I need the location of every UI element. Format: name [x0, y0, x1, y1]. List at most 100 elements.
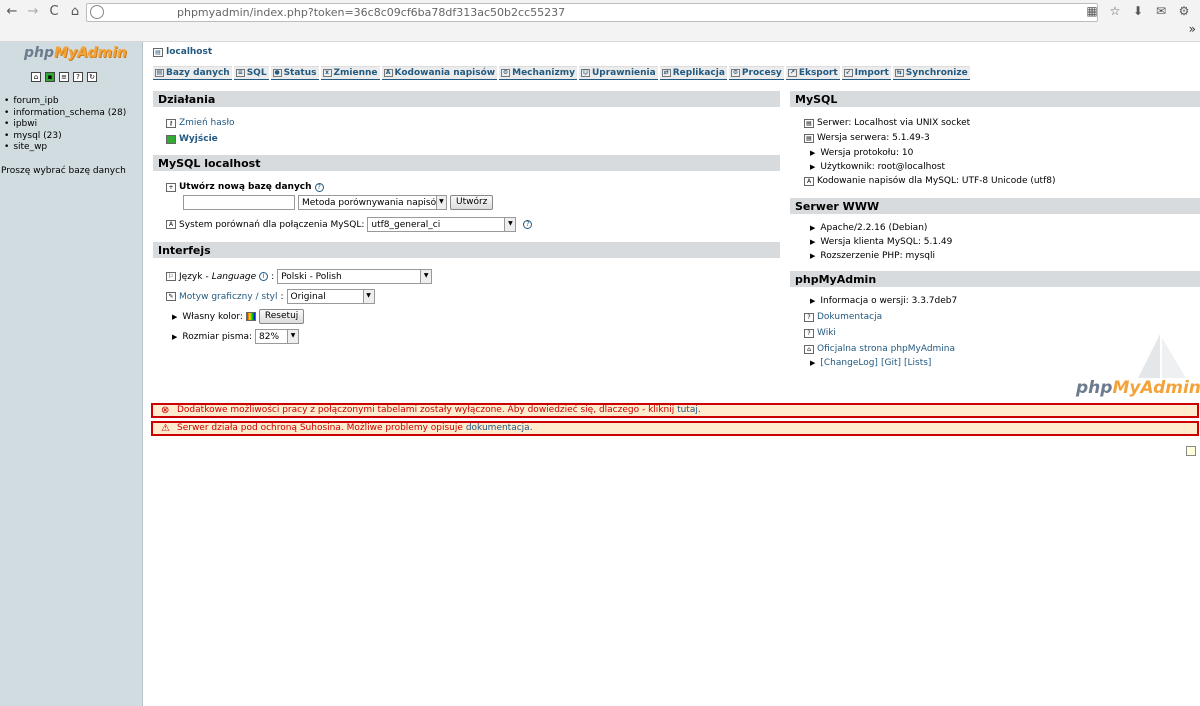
mail-icon[interactable]: ✉ [1153, 4, 1169, 18]
connection-collation-select[interactable]: utf8_general_ci ▼ [367, 217, 517, 232]
home-icon: ⌂ [804, 344, 814, 354]
new-db-name-input[interactable] [183, 195, 295, 210]
exit-icon [166, 134, 176, 144]
sql-icon[interactable]: ≡ [59, 72, 69, 82]
privileges-icon: ☺ [580, 69, 590, 77]
home-icon[interactable]: ⌂ [67, 3, 83, 21]
triangle-right-icon: ▶ [172, 312, 178, 321]
logout-row: Wyjście [166, 134, 218, 144]
server-breadcrumb[interactable]: ▤ localhost [153, 47, 212, 57]
reload-icon[interactable]: ↻ [87, 72, 97, 82]
lists-link[interactable]: [Lists] [904, 358, 931, 368]
chevron-more-icon[interactable]: » [1189, 22, 1196, 36]
error-message: ⊗ Dodatkowe możliwości pracy z połączonym… [151, 403, 1199, 418]
wiki-link[interactable]: Wiki [817, 328, 836, 338]
wrench-icon[interactable]: ⚙ [1176, 4, 1192, 18]
tab-variables[interactable]: x Zmienne [320, 66, 380, 80]
tab-replication[interactable]: ⇄ Replikacja [659, 66, 727, 80]
database-item[interactable]: site_wp [4, 142, 126, 154]
main-frame: ▤ localhost ▤ Bazy danych ≡ SQL ● Status xZ… [150, 42, 1200, 706]
engine-icon: ⚙ [501, 69, 511, 77]
sidebar-icons: ⌂ ▪ ≡ ? ↻ [31, 72, 97, 82]
tab-export[interactable]: ↗ Eksport [785, 66, 840, 80]
connection-collation-row: A System porównań dla połączenia MySQL: u… [166, 217, 533, 232]
exit-icon[interactable]: ▪ [45, 72, 55, 82]
choose-db-text: Proszę wybrać bazę danych [1, 166, 126, 176]
font-size-select[interactable]: 82% ▼ [255, 329, 300, 344]
new-window-icon[interactable] [1186, 446, 1196, 456]
tab-engines[interactable]: ⚙ Mechanizmy [499, 66, 577, 80]
charset-icon: A [804, 176, 814, 186]
tab-charsets[interactable]: A Kodowania napisów [381, 66, 498, 80]
extension-icons: ▦ ☆ ⬇ ✉ ⚙ [1084, 4, 1192, 18]
error-link[interactable]: tutaj [677, 405, 698, 415]
tab-sql[interactable]: ≡ SQL [233, 66, 269, 80]
triangle-right-icon: ▶ [810, 359, 816, 367]
charset-icon: A [383, 69, 393, 77]
import-icon: ↙ [843, 69, 853, 77]
theme-link[interactable]: Motyw graficzny / styl [179, 292, 277, 302]
color-picker-icon[interactable] [245, 312, 256, 321]
tab-status[interactable]: ● Status [270, 66, 319, 80]
create-db-form: Metoda porównywania napisów ▼ Utwórz [183, 195, 494, 210]
chevron-down-icon: ▼ [420, 270, 432, 283]
download-icon[interactable]: ⬇ [1130, 4, 1146, 18]
back-icon[interactable]: ← [4, 3, 20, 21]
key-icon: ⚷ [166, 118, 176, 128]
pma-logo[interactable]: phpMyAdmin [1076, 378, 1200, 398]
address-bar[interactable]: phpmyadmin/index.php?token=36c8c09cf6ba7… [86, 3, 1098, 22]
language-select[interactable]: Polski - Polish ▼ [277, 269, 433, 284]
page-icon [90, 5, 104, 19]
warning-icon: ⚠ [161, 423, 170, 434]
git-link[interactable]: [Git] [881, 358, 901, 368]
pma-links-item: ▶ [ChangeLog] [Git] [Lists] [810, 358, 931, 368]
tab-privileges[interactable]: ☺ Uprawnienia [578, 66, 658, 80]
sidebar: phpMyAdmin ⌂ ▪ ≡ ? ↻ forum_ipb informati… [0, 42, 143, 706]
pma-header: phpMyAdmin [790, 271, 1200, 287]
changelog-link[interactable]: [ChangeLog] [820, 358, 878, 368]
database-item[interactable]: ipbwi [4, 119, 126, 131]
star-icon[interactable]: ☆ [1107, 4, 1123, 18]
collation-select[interactable]: Metoda porównywania napisów ▼ [298, 195, 447, 210]
database-item[interactable]: mysql (23) [4, 131, 126, 143]
server-icon: ▤ [804, 118, 814, 128]
help-icon[interactable]: ? [523, 220, 533, 229]
database-item[interactable]: information_schema (28) [4, 108, 126, 120]
logout-link[interactable]: Wyjście [179, 134, 218, 144]
database-item[interactable]: forum_ipb [4, 96, 126, 108]
tab-synchronize[interactable]: ⇆ Synchronize [892, 66, 970, 80]
extension-icon[interactable]: ▦ [1084, 4, 1100, 18]
www-ext-item: ▶ Rozszerzenie PHP: mysqli [810, 251, 935, 261]
tab-processes[interactable]: ⚙ Procesy [728, 66, 784, 80]
chevron-down-icon: ▼ [504, 218, 516, 231]
chevron-down-icon: ▼ [287, 330, 299, 343]
official-site-link[interactable]: Oficjalna strona phpMyAdmina [817, 344, 955, 354]
triangle-right-icon: ▶ [810, 224, 816, 232]
theme-select[interactable]: Original ▼ [286, 289, 375, 304]
info-icon[interactable]: i [259, 272, 269, 281]
tab-databases[interactable]: ▤ Bazy danych [153, 66, 232, 80]
error-icon: ⊗ [161, 405, 170, 416]
reset-button[interactable]: Resetuj [258, 309, 305, 324]
triangle-right-icon: ▶ [810, 238, 816, 246]
url-text: phpmyadmin/index.php?token=36c8c09cf6ba7… [177, 6, 566, 19]
home-icon[interactable]: ⌂ [31, 72, 41, 82]
docs-link[interactable]: Dokumentacja [817, 312, 882, 322]
create-button[interactable]: Utwórz [450, 195, 494, 210]
docs-icon[interactable]: ? [73, 72, 83, 82]
create-db-row: + Utwórz nową bazę danych ? [166, 182, 324, 192]
change-password-link[interactable]: Zmień hasło [179, 118, 235, 128]
font-size-row: ▶ Rozmiar pisma: 82% ▼ [172, 329, 300, 344]
charset-icon: A [166, 220, 176, 229]
triangle-right-icon: ▶ [810, 149, 816, 157]
reload-icon[interactable]: C [46, 3, 62, 21]
help-icon[interactable]: ? [314, 182, 324, 192]
new-db-icon: + [166, 182, 176, 192]
tab-import[interactable]: ↙ Import [841, 66, 891, 80]
warning-link[interactable]: dokumentacja [466, 423, 530, 433]
forward-icon[interactable]: → [25, 3, 41, 21]
pma-official-item: ⌂ Oficjalna strona phpMyAdmina [804, 344, 955, 354]
docs-icon: ? [804, 312, 814, 322]
sidebar-logo[interactable]: phpMyAdmin [24, 45, 127, 61]
change-password-row: ⚷ Zmień hasło [166, 118, 235, 128]
